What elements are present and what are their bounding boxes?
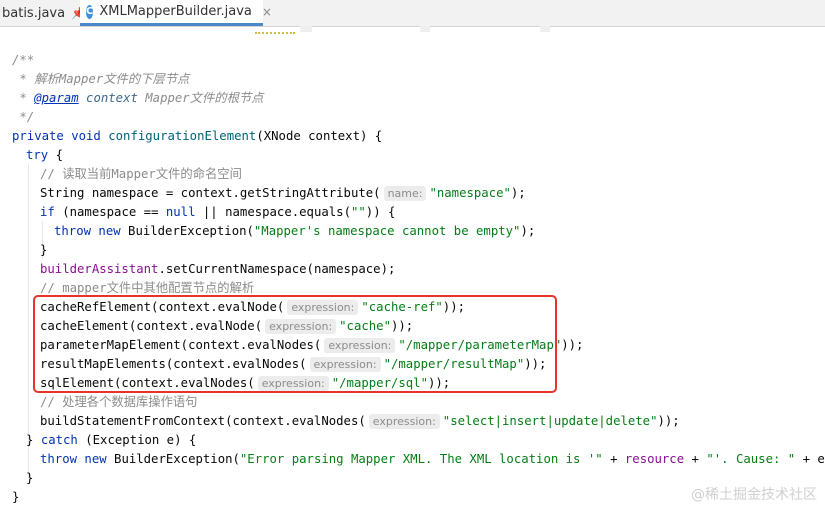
code-line: // 处理各个数据库操作语句 (40, 395, 198, 409)
code-line: private void configurationElement(XNode … (12, 129, 383, 143)
parameter-hint: expression: (368, 414, 440, 429)
code-line: if (namespace == null || namespace.equal… (40, 205, 396, 219)
partial-code-fragment (300, 26, 312, 32)
watermark: @稀土掘金技术社区 (691, 487, 817, 503)
editor-tab-bar: batis.java 📌 C XMLMapperBuilder.java × (0, 0, 825, 27)
code-line: } catch (Exception e) { (26, 433, 197, 447)
parameter-hint: name: (383, 186, 427, 201)
tab-label: batis.java (2, 5, 66, 21)
code-line: throw new BuilderException("Mapper's nam… (54, 224, 536, 238)
code-line: throw new BuilderException("Error parsin… (40, 452, 825, 466)
code-line: try { (26, 148, 64, 162)
warning-squiggle (255, 27, 295, 34)
highlight-box (33, 295, 557, 393)
code-line: } (26, 471, 34, 485)
code-line: } (12, 490, 20, 504)
tab-label: XMLMapperBuilder.java (99, 4, 252, 19)
java-class-icon: C (86, 4, 94, 19)
code-line: String namespace = context.getStringAttr… (40, 186, 526, 201)
code-line: /** (12, 53, 35, 67)
code-line: */ (12, 110, 35, 124)
partial-code-fragment (420, 26, 430, 32)
close-icon[interactable]: × (262, 5, 272, 19)
code-line: * 解析Mapper文件的下层节点 (12, 72, 190, 86)
tab-batis-java[interactable]: batis.java 📌 (0, 0, 86, 26)
code-line: builderAssistant.setCurrentNamespace(nam… (40, 262, 396, 276)
partial-code-fragment (540, 26, 550, 32)
code-line: // 读取当前Mapper文件的命名空间 (40, 167, 242, 181)
code-line: } (40, 243, 48, 257)
code-line: buildStatementFromContext(context.evalNo… (40, 414, 680, 429)
tab-xmlmapperbuilder-java[interactable]: C XMLMapperBuilder.java × (80, 0, 272, 26)
code-line: * @param context Mapper文件的根节点 (12, 91, 264, 105)
